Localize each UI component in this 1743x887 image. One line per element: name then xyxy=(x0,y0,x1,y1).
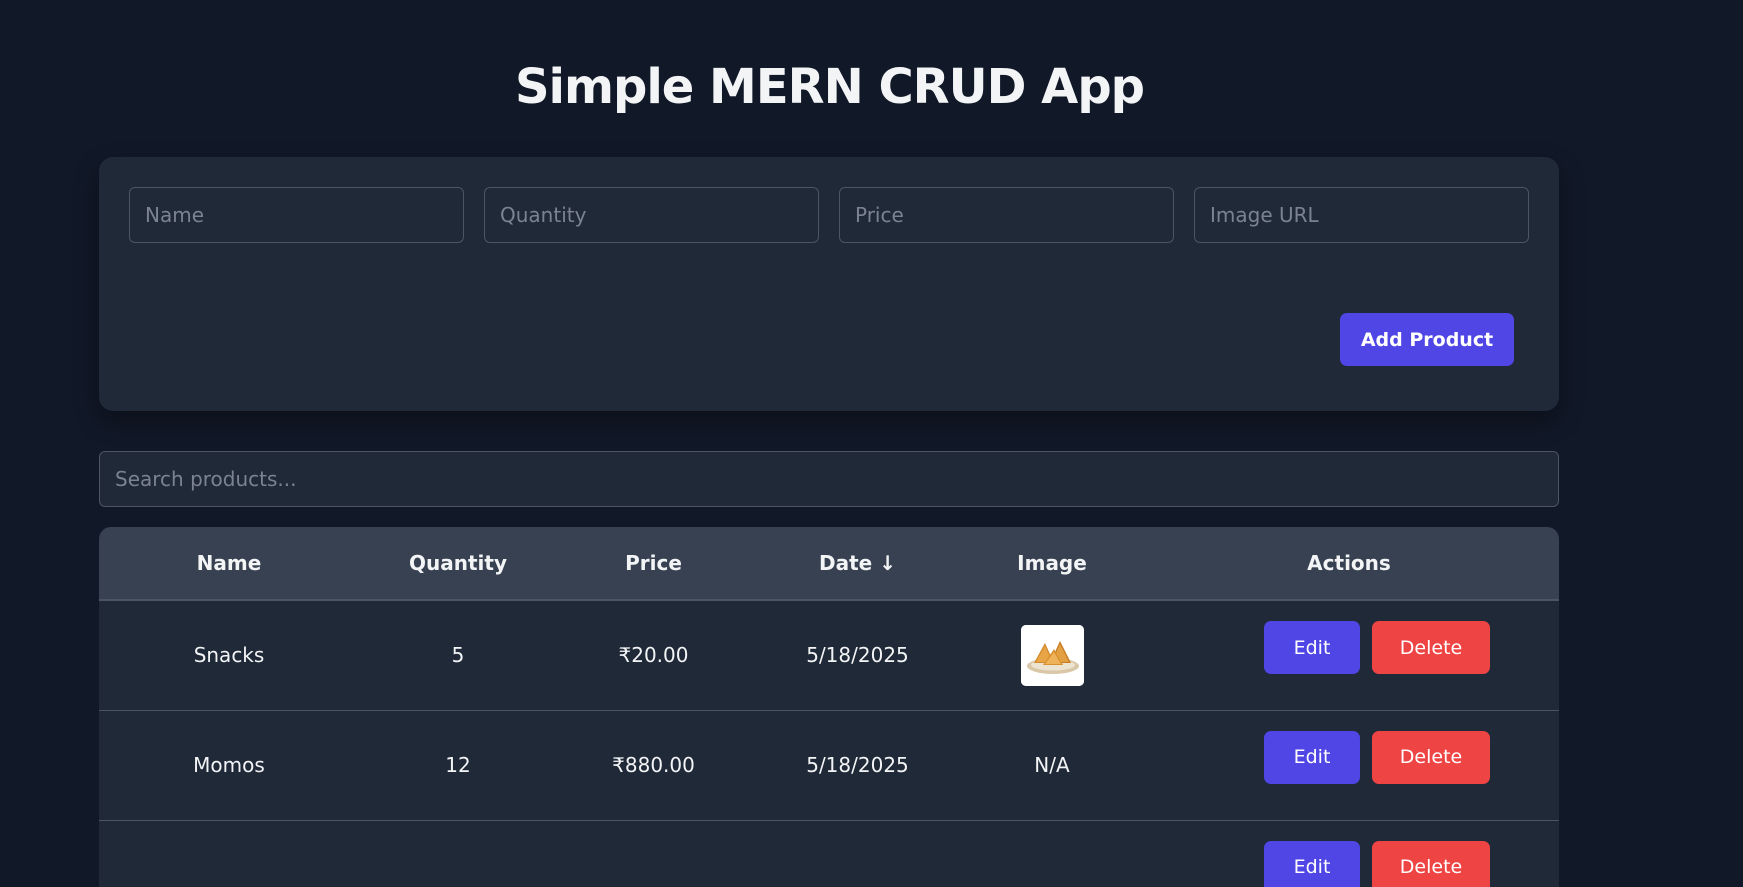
cell-quantity: 5 xyxy=(359,600,557,710)
cell-name: Momos xyxy=(99,710,359,820)
name-input[interactable] xyxy=(129,187,464,243)
column-header-name[interactable]: Name xyxy=(99,527,359,600)
cell-actions: Edit Delete xyxy=(1139,820,1559,887)
image-url-input[interactable] xyxy=(1194,187,1529,243)
cell-quantity xyxy=(359,820,557,887)
cell-name xyxy=(99,820,359,887)
table-row: Edit Delete xyxy=(99,820,1559,887)
add-product-button[interactable]: Add Product xyxy=(1340,313,1514,366)
column-header-actions: Actions xyxy=(1139,527,1559,600)
cell-actions: EditDelete xyxy=(1139,600,1559,710)
delete-button[interactable]: Delete xyxy=(1372,731,1490,784)
quantity-input[interactable] xyxy=(484,187,819,243)
edit-button[interactable]: Edit xyxy=(1264,621,1360,674)
cell-price xyxy=(557,820,750,887)
cell-date xyxy=(750,820,965,887)
cell-image xyxy=(965,600,1139,710)
table-row: Momos 12 ₹880.00 5/18/2025 N/A EditDelet… xyxy=(99,710,1559,820)
column-header-price[interactable]: Price xyxy=(557,527,750,600)
column-header-image: Image xyxy=(965,527,1139,600)
table-row: Snacks 5 ₹20.00 5/18/2025 xyxy=(99,600,1559,710)
page-title: Simple MERN CRUD App xyxy=(0,52,1659,122)
cell-image: N/A xyxy=(965,710,1139,820)
column-header-date[interactable]: Date ↓ xyxy=(750,527,965,600)
search-input[interactable] xyxy=(99,451,1559,507)
cell-date: 5/18/2025 xyxy=(750,710,965,820)
cell-actions: EditDelete xyxy=(1139,710,1559,820)
column-header-quantity[interactable]: Quantity xyxy=(359,527,557,600)
cell-quantity: 12 xyxy=(359,710,557,820)
delete-button[interactable]: Delete xyxy=(1372,621,1490,674)
delete-button[interactable]: Delete xyxy=(1372,841,1490,887)
edit-button[interactable]: Edit xyxy=(1264,841,1360,887)
cell-date: 5/18/2025 xyxy=(750,600,965,710)
cell-name: Snacks xyxy=(99,600,359,710)
product-image xyxy=(1021,625,1084,686)
cell-image xyxy=(965,820,1139,887)
cell-price: ₹20.00 xyxy=(557,600,750,710)
product-form-card: Add Product xyxy=(99,157,1559,411)
price-input[interactable] xyxy=(839,187,1174,243)
edit-button[interactable]: Edit xyxy=(1264,731,1360,784)
cell-price: ₹880.00 xyxy=(557,710,750,820)
products-table: Name Quantity Price Date ↓ Image Actions… xyxy=(99,527,1559,887)
table-header-row: Name Quantity Price Date ↓ Image Actions xyxy=(99,527,1559,600)
